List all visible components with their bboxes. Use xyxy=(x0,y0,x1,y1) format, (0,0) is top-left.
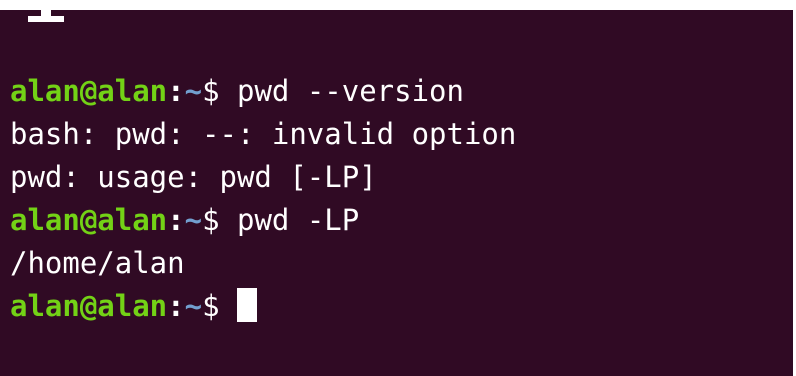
prompt-symbol: $ xyxy=(202,289,237,323)
terminal-line-command: alan@alan:~$ pwd -LP xyxy=(10,199,516,242)
terminal-line-prompt[interactable]: alan@alan:~$ xyxy=(10,285,516,328)
terminal-line-output: bash: pwd: --: invalid option xyxy=(10,117,517,151)
prompt-symbol: $ xyxy=(202,74,237,108)
prompt-symbol: $ xyxy=(202,203,237,237)
prompt-user-host: alan@alan xyxy=(10,203,168,237)
terminal-window[interactable]: alan@alan:~$ pwd --version bash: pwd: --… xyxy=(0,10,793,376)
text-cursor xyxy=(237,288,257,322)
prompt-user-host: alan@alan xyxy=(10,289,168,323)
command-text: pwd --version xyxy=(237,74,464,108)
prompt-path: ~ xyxy=(184,289,203,323)
prompt-user-host: alan@alan xyxy=(10,74,168,108)
terminal-line-output: pwd: usage: pwd [-LP] xyxy=(10,160,377,194)
scrolled-off-glyph xyxy=(28,10,64,22)
terminal-line-command: alan@alan:~$ pwd --version xyxy=(10,70,516,113)
prompt-path: ~ xyxy=(184,203,203,237)
terminal-output: alan@alan:~$ pwd --version bash: pwd: --… xyxy=(10,70,516,328)
prompt-separator: : xyxy=(167,74,185,108)
prompt-path: ~ xyxy=(184,74,203,108)
terminal-line-output: /home/alan xyxy=(10,246,185,280)
command-text: pwd -LP xyxy=(237,203,360,237)
prompt-separator: : xyxy=(167,203,185,237)
prompt-separator: : xyxy=(167,289,185,323)
